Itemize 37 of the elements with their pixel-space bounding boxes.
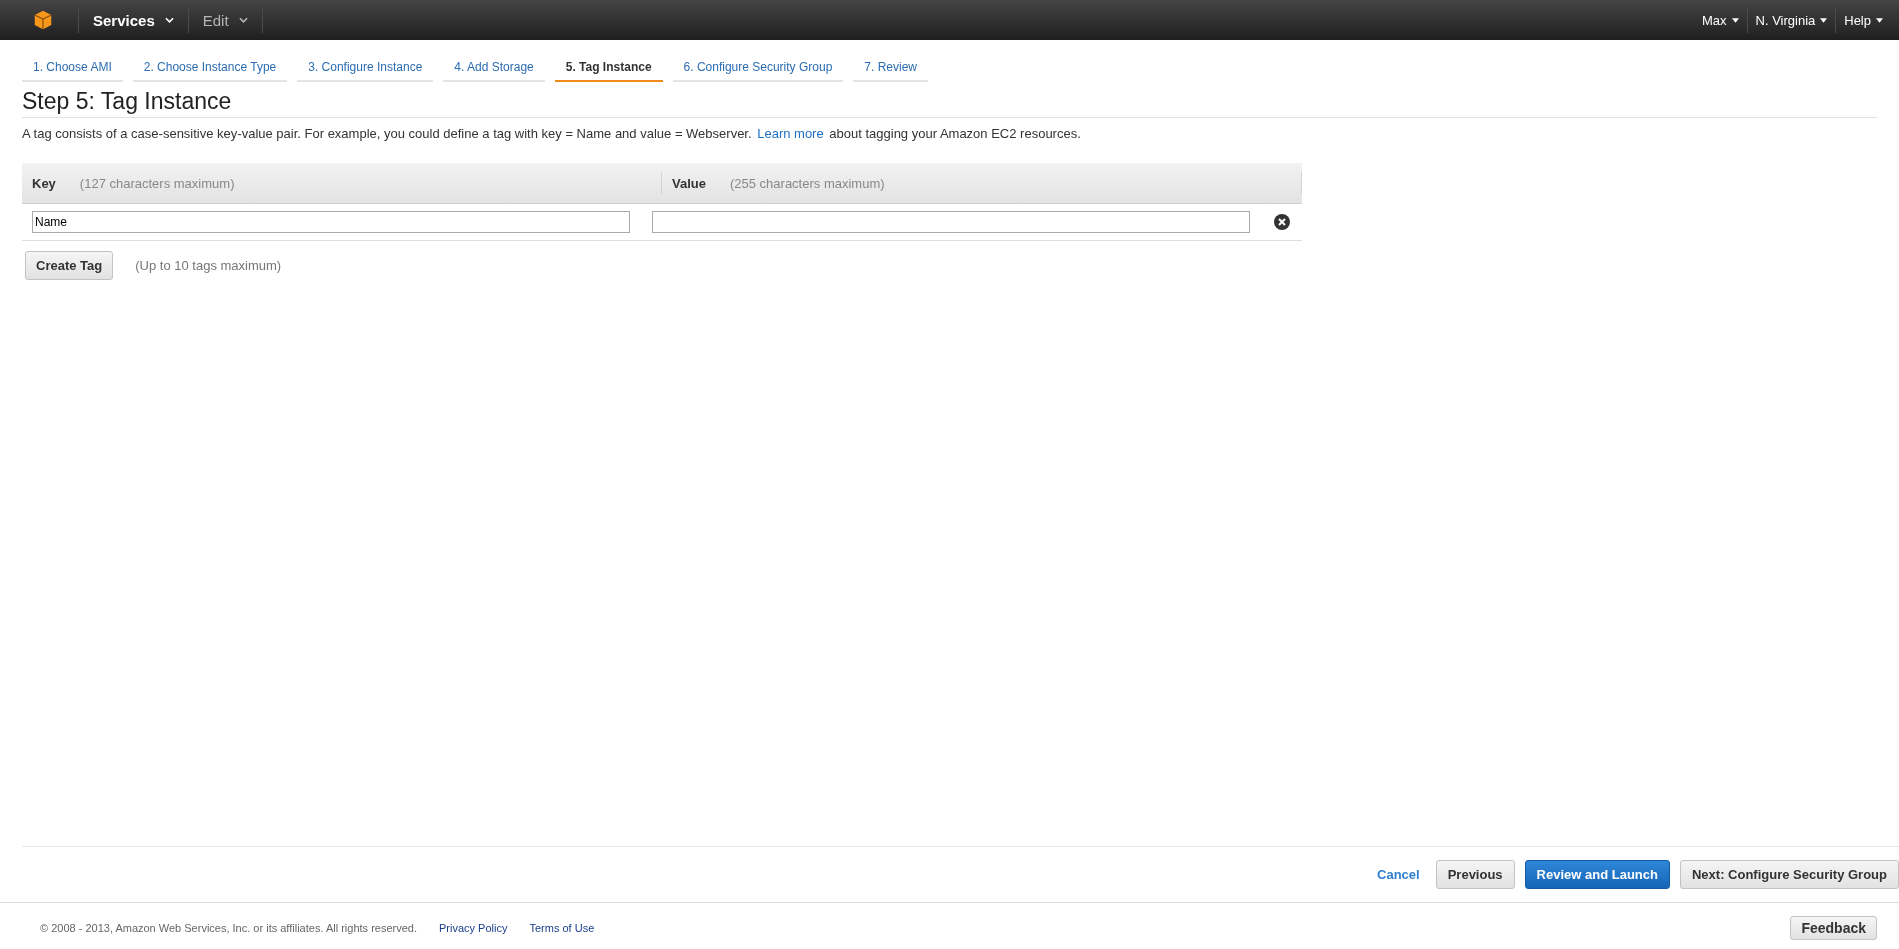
create-tag-button[interactable]: Create Tag (25, 251, 114, 280)
wizard-tab[interactable]: 1. Choose AMI (22, 56, 123, 82)
column-label: Key (32, 175, 56, 191)
feedback-button[interactable]: Feedback (1790, 916, 1877, 940)
nav-menu[interactable]: Help (1836, 12, 1891, 28)
wizard-button[interactable]: Previous (1435, 860, 1515, 889)
learn-more-link[interactable]: Learn more (757, 126, 824, 141)
cancel-link[interactable]: Cancel (1377, 867, 1420, 882)
wizard-tab[interactable]: 7. Review (853, 56, 928, 82)
remove-icon[interactable] (1274, 214, 1290, 230)
caret-down-icon (1731, 17, 1739, 23)
column-hint: (127 characters maximum) (79, 175, 235, 191)
column-hint: (255 characters maximum) (729, 175, 885, 191)
page-heading: Step 5: Tag Instance (22, 88, 1877, 118)
copyright-text: © 2008 - 2013, Amazon Web Services, Inc. or its affiliates. All rights reserved. (40, 922, 417, 934)
wizard-button[interactable]: Next: Configure Security Group (1679, 860, 1899, 889)
chevron-down-icon (238, 17, 248, 23)
caret-down-icon (1820, 17, 1828, 23)
footer-link[interactable]: Terms of Use (529, 922, 595, 934)
wizard-button[interactable]: Review and Launch (1524, 860, 1670, 889)
description-text: A tag consists of a case-sensitive key-value pair. For example, you could define a tag with key = Name and value = Webserver. Learn more about tagging your Amazon EC2 resources. (22, 126, 1082, 141)
value-input[interactable] (652, 211, 1250, 233)
wizard-tab[interactable]: 3. Configure Instance (297, 56, 434, 82)
key-input[interactable]: Name (32, 211, 630, 233)
wizard-tab[interactable]: 2. Choose Instance Type (132, 56, 288, 82)
nav-menu[interactable]: N. Virginia (1747, 12, 1836, 28)
caret-down-icon (1876, 17, 1883, 23)
wizard-tab[interactable]: 5. Tag Instance (554, 56, 663, 82)
wizard-tab[interactable]: 4. Add Storage (443, 56, 545, 82)
column-label: Value (672, 175, 706, 191)
tag-limit-hint: (Up to 10 tags maximum) (135, 258, 282, 273)
nav-menu[interactable]: Max (1693, 12, 1747, 28)
cube-logo-icon[interactable] (32, 9, 54, 31)
chevron-down-icon (164, 17, 174, 23)
footer-link[interactable]: Privacy Policy (439, 922, 508, 934)
wizard-tab[interactable]: 6. Configure Security Group (672, 56, 844, 82)
nav-menu[interactable]: Services (79, 11, 188, 29)
